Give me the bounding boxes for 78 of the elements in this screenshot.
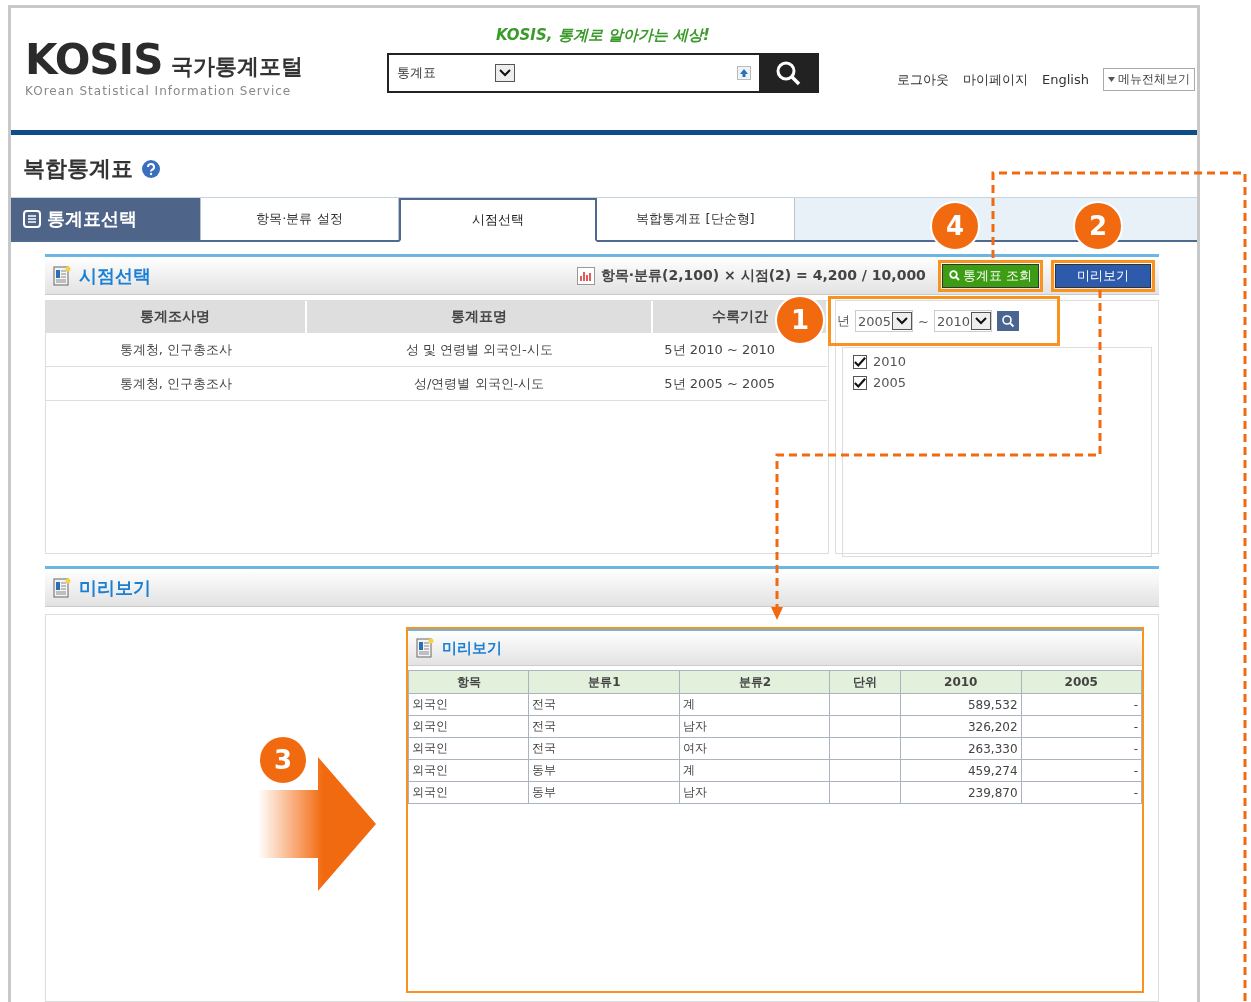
checkbox-label: 2005	[873, 375, 907, 390]
header-link[interactable]: 로그아웃	[897, 70, 950, 89]
column-header: 단위	[829, 670, 901, 694]
table-cell: -	[1021, 737, 1142, 760]
search-icon	[1001, 314, 1016, 328]
tab[interactable]: 시점선택	[399, 198, 597, 242]
year-select[interactable]: 2010	[934, 310, 993, 332]
year-label: 년	[837, 312, 850, 330]
section-tab[interactable]: 통계표선택	[11, 198, 201, 240]
panel-title: 미리보기	[442, 638, 502, 658]
document-icon	[416, 638, 434, 658]
table-cell: 459,274	[900, 759, 1022, 782]
logo-tagline: KOrean Statistical Information Service	[25, 84, 293, 98]
search-field[interactable]: 통계표	[387, 53, 819, 93]
header-link[interactable]: 마이페이지	[963, 70, 1029, 89]
help-icon[interactable]	[141, 159, 161, 179]
tab[interactable]: 복합통계표 [단순형]	[597, 198, 795, 240]
column-header: 2010	[900, 670, 1022, 694]
table-cell: 전국	[528, 693, 680, 716]
document-icon	[53, 265, 71, 286]
logo-text[interactable]: KOSIS	[25, 38, 163, 82]
table-cell: 외국인	[408, 781, 529, 804]
table-cell: 통계청, 인구총조사	[46, 333, 306, 367]
column-header: 통계표명	[305, 301, 653, 333]
table-cell: 여자	[679, 737, 830, 760]
year-select[interactable]: 2005	[855, 310, 914, 332]
column-header: 2005	[1021, 670, 1142, 694]
checkbox[interactable]	[853, 375, 867, 390]
bar-chart-icon	[576, 266, 595, 285]
checkbox-label: 2010	[873, 354, 907, 369]
table-cell: 남자	[679, 715, 830, 738]
up-arrow-icon[interactable]	[737, 66, 751, 80]
page-title: 복합통계표	[23, 155, 133, 183]
section-title: 미리보기	[79, 575, 151, 600]
table-cell: 동부	[528, 781, 680, 804]
search-button[interactable]	[759, 55, 817, 91]
header-link[interactable]: English	[1042, 72, 1089, 87]
search-icon	[948, 270, 960, 281]
table-cell: 성/연령별 외국인-시도	[305, 366, 653, 401]
table-cell: 326,202	[900, 715, 1022, 738]
logo-subtitle: 국가통계포털	[170, 53, 303, 81]
table-cell: 5년 2005 ~ 2005	[652, 366, 827, 401]
column-header: 항목	[408, 670, 529, 694]
table-cell: -	[1021, 715, 1142, 738]
table-cell: 전국	[528, 737, 680, 760]
category-select[interactable]: 통계표	[389, 64, 495, 82]
table-cell: 남자	[679, 781, 830, 804]
tab[interactable]: 항목·분류 설정	[201, 198, 399, 240]
table-cell: 성 및 연령별 외국인-시도	[305, 333, 653, 367]
table-cell: -	[1021, 781, 1142, 804]
section-title: 시점선택	[79, 263, 151, 288]
tab-label: 통계표선택	[47, 207, 137, 231]
table-cell: 239,870	[900, 781, 1022, 804]
table-cell: 외국인	[408, 715, 529, 738]
range-separator: ~	[918, 313, 929, 329]
table-cell: 외국인	[408, 693, 529, 716]
table-cell: 계	[679, 693, 830, 716]
table-cell: 전국	[528, 715, 680, 738]
table-cell: -	[1021, 693, 1142, 716]
document-icon	[53, 577, 71, 598]
column-header: 통계조사명	[46, 301, 306, 333]
table-cell: 통계청, 인구총조사	[46, 366, 306, 401]
table-cell: 외국인	[408, 737, 529, 760]
menu-button[interactable]: 메뉴전체보기	[1103, 68, 1195, 91]
table-cell: 589,532	[900, 693, 1022, 716]
column-header: 분류2	[679, 670, 830, 694]
column-header: 분류1	[528, 670, 680, 694]
list-icon	[23, 210, 41, 228]
table-cell: 계	[679, 759, 830, 782]
count-summary: 항목·분류(2,100) × 시점(2) = 4,200 / 10,000	[600, 266, 926, 285]
slogan: KOSIS, 통계로 알아가는 세상!	[496, 26, 710, 45]
caret-icon	[1108, 77, 1115, 82]
table-cell: 263,330	[900, 737, 1022, 760]
checkbox[interactable]	[853, 354, 867, 369]
table-cell: -	[1021, 759, 1142, 782]
table-cell: 동부	[528, 759, 680, 782]
search-icon	[775, 60, 801, 86]
table-cell: 외국인	[408, 759, 529, 782]
